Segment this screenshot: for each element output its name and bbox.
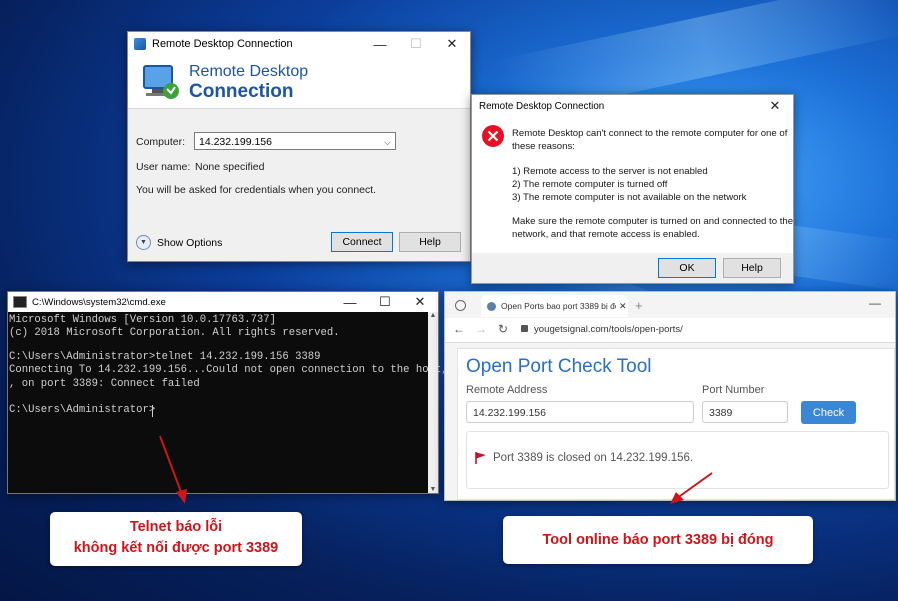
maximize-button[interactable]: ☐	[367, 292, 403, 312]
username-label: User name:	[136, 161, 191, 173]
scroll-down-icon[interactable]: ▼	[428, 486, 438, 493]
computer-combobox[interactable]: 14.232.199.156 ⌵	[194, 132, 396, 150]
globe-icon	[487, 301, 496, 311]
telnet-callout-line1: Telnet báo lỗi	[129, 519, 223, 535]
console-line: C:\Users\Administrator>telnet 14.232.199…	[9, 351, 321, 363]
error-footer: OK Help	[472, 253, 793, 283]
console-prompt[interactable]: C:\Users\Administrator>	[9, 404, 155, 416]
cmd-title: C:\Windows\system32\cmd.exe	[32, 296, 166, 308]
remote-address-input[interactable]: 14.232.199.156	[466, 401, 694, 423]
port-number-label: Port Number	[702, 384, 765, 396]
error-titlebar: Remote Desktop Connection ✕	[472, 95, 793, 117]
telnet-callout: Telnet báo lỗi không kết nối được port 3…	[50, 512, 302, 566]
minimize-button[interactable]: —	[869, 296, 881, 310]
new-tab-icon[interactable]: +	[635, 298, 643, 313]
result-text: Port 3389 is closed on 14.232.199.156.	[493, 452, 694, 464]
expand-circle-icon: ▼	[136, 235, 151, 250]
close-button[interactable]: ✕	[434, 32, 470, 56]
back-icon[interactable]: ←	[453, 322, 465, 336]
console-line: , on port 3389: Connect failed	[9, 378, 200, 390]
minimize-button[interactable]: —	[362, 32, 398, 56]
close-button[interactable]: ✕	[402, 292, 438, 312]
computer-value: 14.232.199.156	[199, 136, 272, 148]
result-panel: Port 3389 is closed on 14.232.199.156.	[466, 431, 889, 489]
computer-label: Computer:	[136, 136, 186, 148]
port-number-input[interactable]: 3389	[702, 401, 788, 423]
username-value: None specified	[195, 161, 265, 173]
console-line: Connecting To 14.232.199.156...Could not…	[9, 364, 448, 376]
page-title: Open Port Check Tool	[466, 356, 652, 377]
rdc-banner: Remote Desktop Connection	[128, 56, 470, 109]
red-flag-icon	[475, 452, 486, 464]
reload-icon[interactable]: ↻	[498, 322, 508, 336]
tool-callout: Tool online báo port 3389 bị đóng	[503, 516, 813, 564]
help-button[interactable]: Help	[399, 232, 461, 252]
error-reason: 3) The remote computer is not available …	[512, 192, 747, 203]
rdc-logo-icon	[143, 65, 179, 99]
console-line: Microsoft Windows [Version 10.0.17763.73…	[9, 314, 277, 326]
error-message-line: these reasons:	[512, 141, 575, 152]
text-cursor	[152, 405, 153, 417]
scroll-up-icon[interactable]: ▲	[428, 312, 438, 319]
rdc-banner-title: Remote Desktop	[189, 63, 309, 80]
minimize-button[interactable]: —	[332, 292, 368, 312]
console-line: (c) 2018 Microsoft Corporation. All righ…	[9, 327, 340, 339]
error-advice-line: Make sure the remote computer is turned …	[512, 216, 794, 227]
error-message-line: Remote Desktop can't connect to the remo…	[512, 128, 788, 139]
credentials-note: You will be asked for credentials when y…	[136, 184, 377, 196]
url-field[interactable]: yougetsignal.com/tools/open-ports/	[534, 324, 683, 335]
tab-close-icon[interactable]: ✕	[619, 301, 627, 312]
tool-callout-text: Tool online báo port 3389 bị đóng	[542, 532, 774, 548]
show-options-toggle[interactable]: ▼ Show Options	[136, 235, 222, 250]
error-reason: 2) The remote computer is turned off	[512, 179, 668, 190]
error-title: Remote Desktop Connection	[479, 100, 605, 112]
rdc-window: Remote Desktop Connection — ☐ ✕ Remote D…	[127, 31, 471, 262]
rdc-banner-subtitle: Connection	[189, 81, 294, 102]
error-icon	[482, 125, 504, 147]
cmd-window: C:\Windows\system32\cmd.exe — ☐ ✕ Micros…	[7, 291, 448, 494]
browser-tab[interactable]: Open Ports bao port 3389 bị đó ✕	[481, 295, 628, 317]
forward-icon[interactable]: →	[475, 322, 487, 336]
tab-title: Open Ports bao port 3389 bị đó	[501, 301, 616, 311]
chrome-icon	[455, 300, 466, 311]
maximize-button[interactable]: ☐	[398, 32, 434, 56]
connect-button[interactable]: Connect	[331, 232, 393, 252]
error-dialog: Remote Desktop Connection ✕ Remote Deskt…	[471, 94, 794, 284]
rdc-title: Remote Desktop Connection	[152, 38, 293, 50]
show-options-label: Show Options	[157, 236, 223, 249]
scrollbar[interactable]: ▲ ▼	[428, 312, 438, 493]
error-reason: 1) Remote access to the server is not en…	[512, 166, 708, 177]
cmd-titlebar: C:\Windows\system32\cmd.exe — ☐ ✕	[8, 292, 438, 312]
ok-button[interactable]: OK	[658, 258, 716, 278]
remote-address-label: Remote Address	[466, 384, 548, 396]
help-button[interactable]: Help	[723, 258, 781, 278]
rdc-app-icon	[134, 38, 146, 50]
close-button[interactable]: ✕	[757, 95, 793, 117]
lock-icon	[521, 325, 528, 332]
chevron-down-icon[interactable]: ⌵	[384, 133, 391, 151]
error-advice-line: network, and that remote access is enabl…	[512, 229, 700, 240]
browser-window: Open Ports bao port 3389 bị đó ✕ + — ← →…	[444, 291, 896, 501]
address-bar: ← → ↻ yougetsignal.com/tools/open-ports/	[445, 318, 895, 343]
port-check-card: Open Port Check Tool Remote Address Port…	[457, 348, 895, 500]
check-button[interactable]: Check	[801, 401, 856, 424]
telnet-callout-line2: không kết nối được port 3389	[73, 540, 279, 556]
rdc-titlebar: Remote Desktop Connection — ☐ ✕	[128, 32, 470, 56]
cmd-app-icon	[13, 296, 27, 308]
